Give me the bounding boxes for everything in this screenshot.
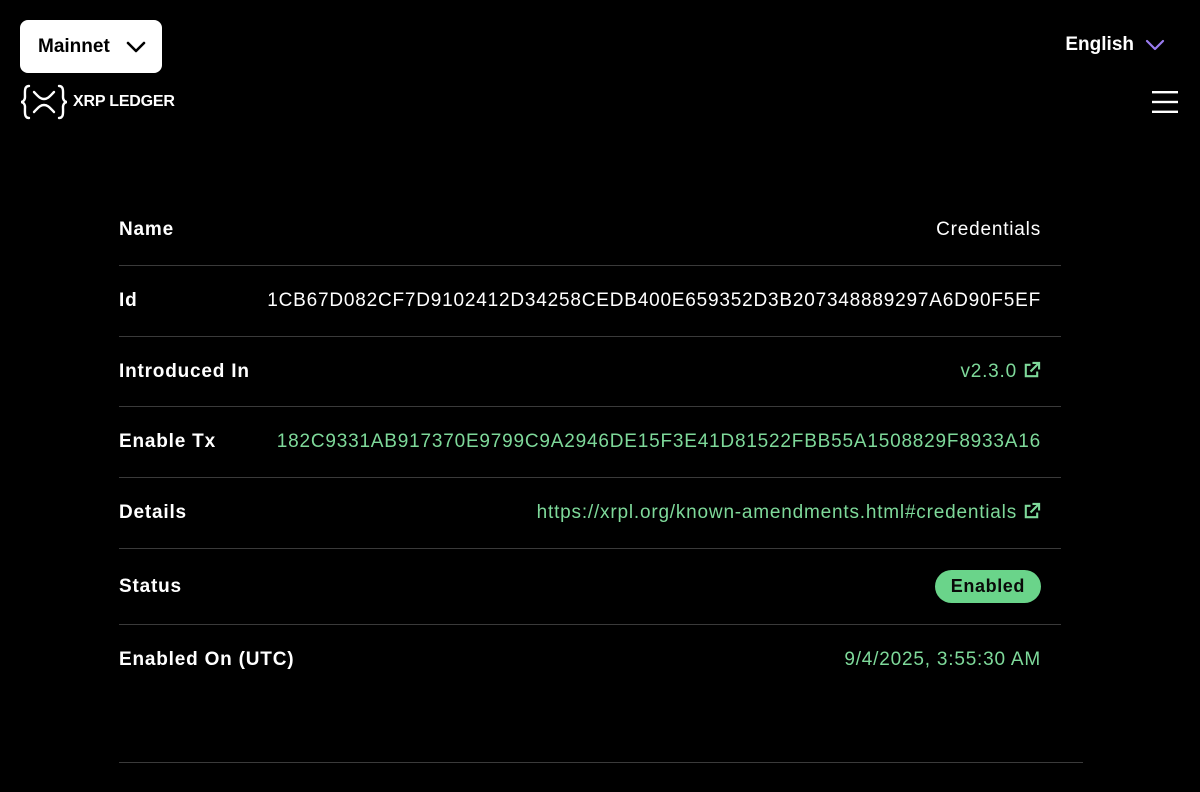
network-selector[interactable]: Mainnet [20, 20, 162, 73]
amendment-page: Mainnet XRP LEDGER English Name Credenti… [0, 0, 1200, 792]
bottom-divider [119, 762, 1083, 763]
chevron-down-icon [1145, 39, 1165, 51]
network-selector-label: Mainnet [38, 35, 110, 57]
row-label: Enabled On (UTC) [119, 649, 295, 670]
row-label: Details [119, 502, 187, 523]
row-label: Name [119, 219, 174, 240]
xrp-logo-icon [20, 84, 68, 120]
language-label: English [1065, 34, 1134, 55]
logo-text: XRP LEDGER [73, 93, 175, 110]
row-label: Enable Tx [119, 431, 216, 452]
row-label: Introduced In [119, 360, 250, 382]
amendment-name: Credentials [936, 219, 1041, 240]
row-label: Status [119, 575, 182, 597]
language-selector[interactable]: English [1065, 34, 1166, 56]
row-id: Id 1CB67D082CF7D9102412D34258CEDB400E659… [119, 266, 1061, 337]
row-enabled-on: Enabled On (UTC) 9/4/2025, 3:55:30 AM [119, 625, 1061, 695]
external-link-icon [1024, 361, 1041, 377]
details-url: https://xrpl.org/known-amendments.html#c… [536, 502, 1017, 523]
xrp-ledger-logo[interactable]: XRP LEDGER [20, 84, 175, 120]
row-name: Name Credentials [119, 195, 1061, 266]
row-enable-tx: Enable Tx 182C9331AB917370E9799C9A2946DE… [119, 407, 1061, 478]
introduced-in-version: v2.3.0 [960, 360, 1017, 382]
amendment-details-table: Name Credentials Id 1CB67D082CF7D9102412… [119, 195, 1061, 695]
row-label: Id [119, 290, 138, 311]
row-details: Details https://xrpl.org/known-amendment… [119, 478, 1061, 549]
row-introduced-in: Introduced In v2.3.0 [119, 337, 1061, 407]
chevron-down-icon [126, 41, 146, 53]
status-badge: Enabled [934, 570, 1041, 603]
introduced-in-link[interactable]: v2.3.0 [960, 361, 1041, 383]
enabled-on-date: 9/4/2025, 3:55:30 AM [844, 649, 1041, 670]
hamburger-menu-icon[interactable] [1150, 89, 1180, 115]
details-link[interactable]: https://xrpl.org/known-amendments.html#c… [537, 502, 1041, 524]
enable-tx-link[interactable]: 182C9331AB917370E9799C9A2946DE15F3E41D81… [277, 431, 1041, 453]
external-link-icon [1024, 502, 1041, 519]
amendment-id: 1CB67D082CF7D9102412D34258CEDB400E659352… [267, 290, 1041, 311]
row-status: Status Enabled [119, 549, 1061, 625]
